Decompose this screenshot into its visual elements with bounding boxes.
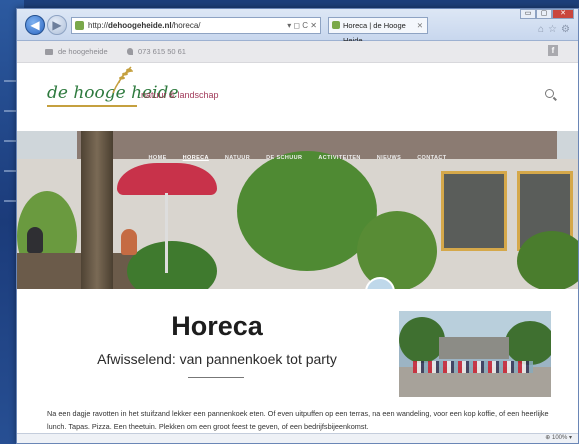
home-star-gear-icons[interactable]: ⌂☆⚙ bbox=[538, 24, 574, 35]
nav-item-activiteiten[interactable]: ACTIVITEITEN bbox=[318, 155, 360, 161]
search-icon[interactable] bbox=[545, 89, 554, 98]
wheat-icon bbox=[112, 66, 134, 94]
hero-tree bbox=[237, 151, 377, 271]
nav-item-horeca[interactable]: HORECA bbox=[183, 155, 209, 161]
tab-favicon-icon bbox=[332, 21, 340, 29]
zoom-level[interactable]: ⊕ 100% ▾ bbox=[545, 435, 572, 441]
photo-building bbox=[439, 337, 509, 359]
back-button[interactable]: ◀ bbox=[25, 15, 45, 35]
site-favicon-icon bbox=[75, 21, 84, 30]
tab-close-icon[interactable]: ✕ bbox=[417, 18, 423, 33]
main-nav: HOME HORECA NATUUR DE SCHUUR ACTIVITEITE… bbox=[17, 155, 578, 161]
nav-item-nieuws[interactable]: NIEUWS bbox=[377, 155, 401, 161]
maximize-button[interactable]: ▢ bbox=[536, 9, 552, 19]
browser-chrome: ◀ ▶ http://dehoogeheide.nl/horeca/ ▾ ◻ C… bbox=[17, 9, 578, 45]
close-window-button[interactable]: ✕ bbox=[552, 9, 574, 19]
window-controls: ▭ ▢ ✕ bbox=[520, 9, 574, 19]
hero-person bbox=[121, 229, 137, 255]
hero-umbrella bbox=[117, 163, 217, 273]
nav-item-de-schuur[interactable]: DE SCHUUR bbox=[266, 155, 302, 161]
hero-person bbox=[27, 227, 43, 253]
page-title: Horeca bbox=[171, 311, 263, 341]
facebook-icon[interactable]: f bbox=[548, 45, 558, 56]
tab-horeca[interactable]: Horeca | de Hooge Heide ✕ bbox=[328, 17, 428, 45]
brand-link[interactable]: de hoogeheide bbox=[45, 47, 108, 56]
browser-window: ◀ ▶ http://dehoogeheide.nl/horeca/ ▾ ◻ C… bbox=[16, 8, 579, 444]
url-prefix: http:// bbox=[88, 21, 109, 30]
phone-number: 073 615 50 61 bbox=[138, 47, 186, 56]
address-controls[interactable]: ▾ ◻ C ✕ bbox=[287, 18, 317, 33]
utility-bar: de hoogeheide 073 615 50 61 f bbox=[17, 41, 578, 63]
nav-item-home[interactable]: HOME bbox=[149, 155, 167, 161]
main-content: Horeca Afwisselend: van pannenkoek tot p… bbox=[17, 289, 578, 443]
photo-people bbox=[413, 361, 533, 373]
title-divider bbox=[188, 377, 244, 378]
phone-icon bbox=[127, 48, 133, 55]
address-bar[interactable]: http://dehoogeheide.nl/horeca/ ▾ ◻ C ✕ bbox=[71, 17, 321, 34]
logo-underline bbox=[47, 105, 137, 107]
minimize-button[interactable]: ▭ bbox=[520, 9, 536, 19]
hero-image: HOME HORECA NATUUR DE SCHUUR ACTIVITEITE… bbox=[17, 131, 578, 289]
brand-text: de hoogeheide bbox=[58, 47, 108, 56]
tagline: natuur & landschap bbox=[141, 90, 219, 100]
hero-bush bbox=[357, 211, 437, 289]
status-bar: ⊕ 100% ▾ bbox=[17, 433, 578, 443]
nav-item-natuur[interactable]: NATUUR bbox=[225, 155, 250, 161]
terrace-photo bbox=[399, 311, 551, 397]
phone-link[interactable]: 073 615 50 61 bbox=[127, 47, 186, 56]
nav-item-contact[interactable]: CONTACT bbox=[417, 155, 446, 161]
intro-paragraph: Na een dagje ravotten in het stuifzand l… bbox=[47, 409, 549, 431]
hero-window bbox=[441, 171, 507, 251]
url-path: /horeca/ bbox=[171, 21, 201, 30]
hero-bush bbox=[517, 231, 578, 289]
forward-button[interactable]: ▶ bbox=[47, 15, 67, 35]
site-header: de hooge heide natuur & landschap bbox=[17, 63, 578, 131]
page-subtitle: Afwisselend: van pannenkoek tot party bbox=[97, 351, 337, 367]
url-domain: dehoogeheide.nl bbox=[108, 21, 172, 30]
mail-icon bbox=[45, 48, 53, 55]
photo-tree bbox=[505, 321, 551, 365]
